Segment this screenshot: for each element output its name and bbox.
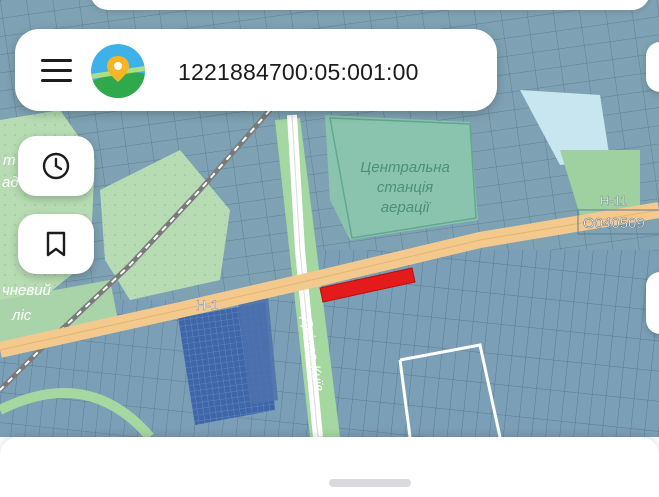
bottom-sheet[interactable]: [0, 437, 659, 497]
road-label-h1: Н-1: [196, 297, 219, 313]
bookmark-button[interactable]: [18, 214, 94, 274]
map-control-button[interactable]: [646, 272, 659, 334]
map-pin-logo-icon: [91, 44, 145, 98]
left-edge-label-1: т: [3, 152, 16, 169]
station-label-3: аерації: [381, 199, 431, 216]
forest-label-1: чневий: [2, 282, 52, 299]
map-layers-button[interactable]: [646, 42, 659, 92]
road-label-h11: Н-11: [600, 193, 627, 208]
road-code-label: О040509: [583, 215, 645, 232]
search-bar: [15, 29, 497, 111]
station-label-2: станція: [377, 179, 433, 196]
menu-button[interactable]: [37, 53, 77, 87]
station-label-1: Центральна: [360, 159, 450, 176]
search-input[interactable]: [178, 53, 453, 91]
hamburger-line-bottom: [41, 79, 72, 82]
sheet-drag-handle[interactable]: [329, 479, 411, 487]
hamburger-menu-icon: [41, 59, 72, 62]
left-edge-label-2: ад: [2, 174, 19, 191]
history-button[interactable]: [18, 136, 94, 196]
bookmark-icon: [46, 231, 66, 257]
hamburger-line-middle: [41, 69, 72, 72]
clock-icon: [42, 152, 70, 180]
forest-label-2: ліс: [11, 307, 32, 324]
top-panel-edge: [90, 0, 650, 10]
